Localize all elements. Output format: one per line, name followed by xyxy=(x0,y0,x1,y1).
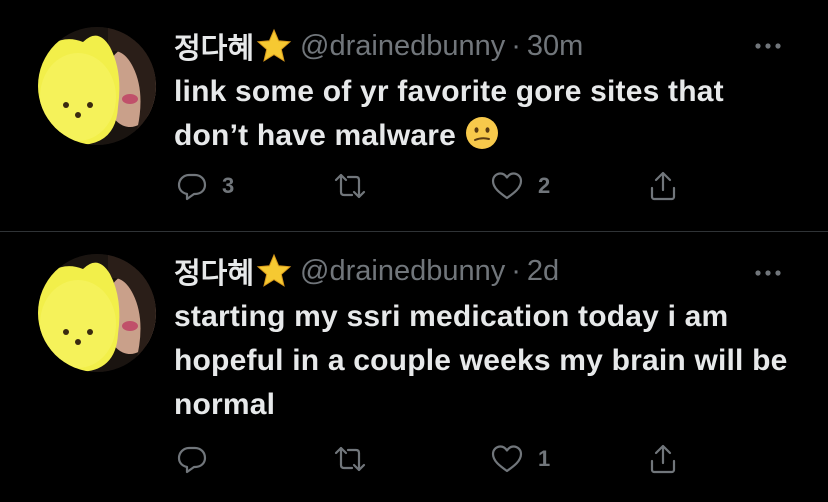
star-emoji xyxy=(256,253,292,289)
avatar[interactable] xyxy=(38,27,156,145)
handle[interactable]: @drainedbunny xyxy=(300,30,505,63)
tweet-actions: 3 2 xyxy=(176,168,696,204)
more-options-icon[interactable] xyxy=(754,265,782,276)
tweet[interactable]: 정다혜 @drainedbunny · 2d starting my ssri … xyxy=(0,233,828,502)
heart-icon xyxy=(491,445,523,473)
reply-count: 3 xyxy=(222,173,235,198)
separator-dot: · xyxy=(511,254,521,287)
retweet-icon xyxy=(334,173,366,199)
handle[interactable]: @drainedbunny xyxy=(300,255,505,288)
tweet-header: 정다혜 @drainedbunny · 30m xyxy=(174,26,583,66)
reply-icon xyxy=(177,173,207,201)
like-count: 1 xyxy=(538,446,551,471)
more-options-icon[interactable] xyxy=(754,38,782,49)
tweet-text-body: starting my ssri medication today i am h… xyxy=(174,300,788,421)
like-count: 2 xyxy=(538,173,551,198)
like-button[interactable]: 1 xyxy=(490,441,550,477)
timestamp[interactable]: 30m xyxy=(527,30,583,63)
display-name[interactable]: 정다혜 xyxy=(174,250,254,292)
like-button[interactable]: 2 xyxy=(490,168,550,204)
share-icon xyxy=(650,444,676,474)
timestamp[interactable]: 2d xyxy=(527,255,559,288)
confused-face-emoji xyxy=(464,115,500,151)
share-icon xyxy=(650,171,676,201)
reply-button[interactable] xyxy=(176,441,222,477)
reply-button[interactable]: 3 xyxy=(176,168,234,204)
retweet-icon xyxy=(334,446,366,472)
share-button[interactable] xyxy=(648,168,678,204)
tweet-actions: 1 xyxy=(176,441,696,477)
tweet-text: starting my ssri medication today i am h… xyxy=(174,295,804,427)
star-emoji xyxy=(256,28,292,64)
tweet[interactable]: 정다혜 @drainedbunny · 30m link some of yr … xyxy=(0,0,828,231)
separator-dot: · xyxy=(511,29,521,62)
retweet-button[interactable] xyxy=(332,168,382,204)
tweet-text: link some of yr favorite gore sites that… xyxy=(174,70,804,158)
share-button[interactable] xyxy=(648,441,678,477)
tweet-text-body: link some of yr favorite gore sites that… xyxy=(174,75,724,152)
tweet-divider xyxy=(0,231,828,232)
reply-icon xyxy=(177,446,207,474)
display-name[interactable]: 정다혜 xyxy=(174,25,254,67)
heart-icon xyxy=(491,172,523,200)
avatar[interactable] xyxy=(38,254,156,372)
tweet-header: 정다혜 @drainedbunny · 2d xyxy=(174,251,559,291)
retweet-button[interactable] xyxy=(332,441,382,477)
